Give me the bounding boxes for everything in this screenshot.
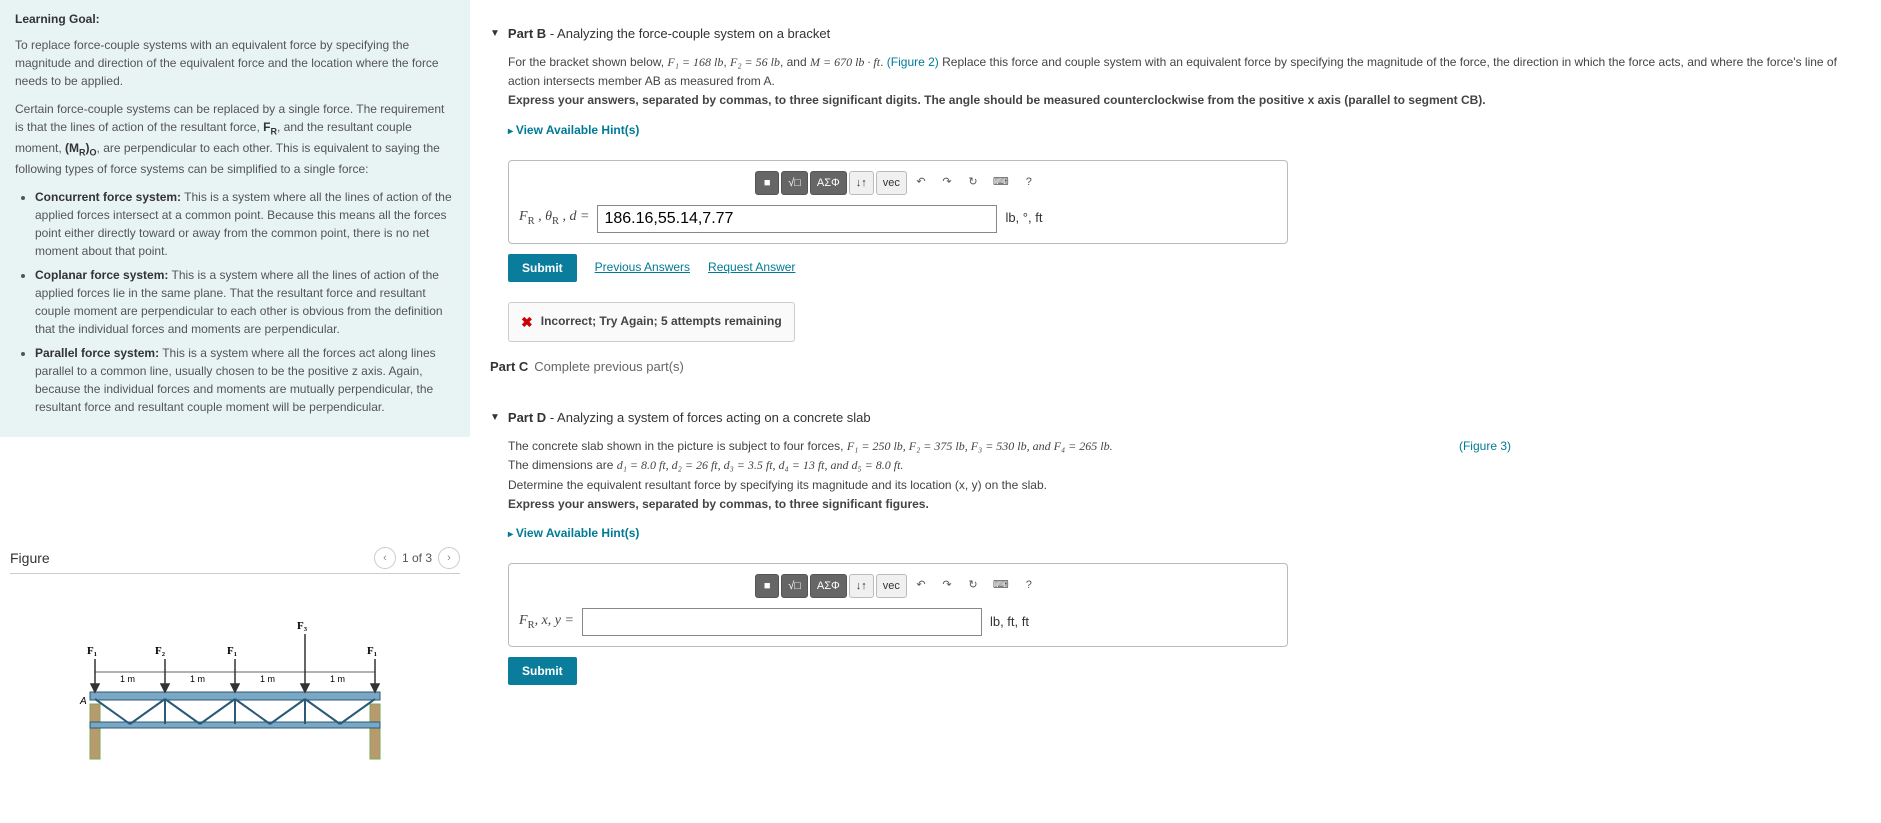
tool-help[interactable]: ? bbox=[1017, 171, 1041, 195]
part-b-hints-link[interactable]: View Available Hint(s) bbox=[508, 121, 639, 140]
svg-text:F₁: F₁ bbox=[227, 645, 237, 657]
part-b-express: Express your answers, separated by comma… bbox=[508, 91, 1861, 110]
part-d: ▼ Part D - Analyzing a system of forces … bbox=[490, 404, 1861, 701]
part-d-answer-input[interactable] bbox=[582, 608, 982, 636]
tool-templates[interactable]: ■ bbox=[755, 574, 779, 598]
part-d-submit-button[interactable]: Submit bbox=[508, 657, 577, 685]
figure-prev-button[interactable]: ‹ bbox=[374, 547, 396, 569]
previous-answers-link[interactable]: Previous Answers bbox=[595, 258, 690, 277]
learning-goal-panel: Learning Goal: To replace force-couple s… bbox=[0, 0, 470, 437]
svg-text:F₁: F₁ bbox=[87, 645, 97, 657]
part-d-line2: The dimensions are d₁ = 8.0 ft, d₂ = 26 … bbox=[508, 456, 1861, 475]
part-d-units: lb, ft, ft bbox=[990, 612, 1029, 633]
x-icon: ✖ bbox=[521, 311, 533, 333]
figure-body: F₁ F₂ F₁ F₃ F₁ 1 m 1 m 1 m 1 m A bbox=[10, 574, 460, 794]
tool-subsup[interactable]: ↓↑ bbox=[849, 171, 874, 195]
svg-text:A: A bbox=[79, 696, 87, 707]
part-b-header[interactable]: ▼ Part B - Analyzing the force-couple sy… bbox=[490, 20, 1861, 47]
tool-keyboard[interactable]: ⌨ bbox=[987, 574, 1015, 598]
tool-sqrt[interactable]: √□ bbox=[781, 171, 808, 195]
tool-vec[interactable]: vec bbox=[876, 171, 907, 195]
tool-undo[interactable]: ↶ bbox=[909, 574, 933, 598]
part-b-submit-button[interactable]: Submit bbox=[508, 254, 577, 282]
svg-text:1 m: 1 m bbox=[190, 674, 205, 684]
part-c: Part CComplete previous part(s) bbox=[490, 348, 1861, 384]
part-b-answer-box: ■ √□ ΑΣΦ ↓↑ vec ↶ ↷ ↻ ⌨ ? FR , θR , d = bbox=[508, 160, 1288, 244]
learning-goal-heading: Learning Goal: bbox=[15, 10, 455, 28]
tool-templates[interactable]: ■ bbox=[755, 171, 779, 195]
part-b-feedback: ✖ Incorrect; Try Again; 5 attempts remai… bbox=[508, 302, 795, 342]
tool-subsup[interactable]: ↓↑ bbox=[849, 574, 874, 598]
figure-next-button[interactable]: › bbox=[438, 547, 460, 569]
tool-redo[interactable]: ↷ bbox=[935, 171, 959, 195]
tool-reset[interactable]: ↻ bbox=[961, 574, 985, 598]
part-d-toolbar: ■ √□ ΑΣΦ ↓↑ vec ↶ ↷ ↻ ⌨ ? bbox=[519, 574, 1277, 598]
tool-undo[interactable]: ↶ bbox=[909, 171, 933, 195]
tool-keyboard[interactable]: ⌨ bbox=[987, 171, 1015, 195]
part-d-hints-link[interactable]: View Available Hint(s) bbox=[508, 524, 639, 543]
learning-goal-list: Concurrent force system: This is a syste… bbox=[35, 188, 455, 416]
figure-counter: 1 of 3 bbox=[402, 551, 432, 565]
figure-title: Figure bbox=[10, 550, 50, 566]
tool-reset[interactable]: ↻ bbox=[961, 171, 985, 195]
tool-vec[interactable]: vec bbox=[876, 574, 907, 598]
part-d-line1: The concrete slab shown in the picture i… bbox=[508, 437, 1861, 456]
part-d-answer-box: ■ √□ ΑΣΦ ↓↑ vec ↶ ↷ ↻ ⌨ ? FR, x, y = bbox=[508, 563, 1288, 647]
tool-sqrt[interactable]: √□ bbox=[781, 574, 808, 598]
caret-down-icon: ▼ bbox=[490, 28, 500, 39]
svg-text:1 m: 1 m bbox=[120, 674, 135, 684]
part-b-units: lb, °, ft bbox=[1005, 208, 1042, 229]
svg-text:F₂: F₂ bbox=[155, 645, 166, 657]
part-b-toolbar: ■ √□ ΑΣΦ ↓↑ vec ↶ ↷ ↻ ⌨ ? bbox=[519, 171, 1277, 195]
caret-down-icon: ▼ bbox=[490, 412, 500, 423]
figure-3-link[interactable]: (Figure 3) bbox=[1459, 437, 1511, 456]
svg-text:F₃: F₃ bbox=[297, 620, 308, 632]
svg-text:1 m: 1 m bbox=[330, 674, 345, 684]
part-b-answer-input[interactable] bbox=[597, 205, 997, 233]
learning-goal-para2: Certain force-couple systems can be repl… bbox=[15, 100, 455, 178]
request-answer-link[interactable]: Request Answer bbox=[708, 258, 795, 277]
tool-greek[interactable]: ΑΣΦ bbox=[810, 171, 847, 195]
part-d-express: Express your answers, separated by comma… bbox=[508, 495, 1861, 514]
tool-help[interactable]: ? bbox=[1017, 574, 1041, 598]
part-d-line3: Determine the equivalent resultant force… bbox=[508, 476, 1861, 495]
part-b-answer-label: FR , θR , d = bbox=[519, 206, 589, 231]
part-d-header[interactable]: ▼ Part D - Analyzing a system of forces … bbox=[490, 404, 1861, 431]
part-b: ▼ Part B - Analyzing the force-couple sy… bbox=[490, 20, 1861, 348]
svg-text:F₁: F₁ bbox=[367, 645, 377, 657]
part-b-description: For the bracket shown below, F₁ = 168 lb… bbox=[508, 53, 1861, 91]
figure-2-link[interactable]: (Figure 2) bbox=[887, 55, 939, 69]
learning-goal-intro: To replace force-couple systems with an … bbox=[15, 36, 455, 90]
svg-text:1 m: 1 m bbox=[260, 674, 275, 684]
tool-redo[interactable]: ↷ bbox=[935, 574, 959, 598]
part-d-answer-label: FR, x, y = bbox=[519, 610, 574, 635]
tool-greek[interactable]: ΑΣΦ bbox=[810, 574, 847, 598]
